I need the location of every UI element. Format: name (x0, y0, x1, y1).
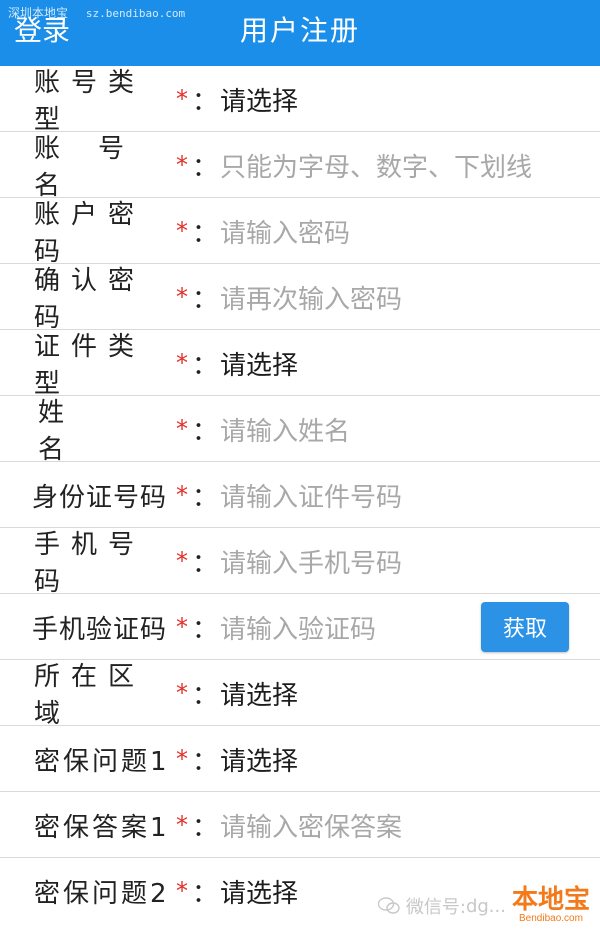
region-label-text: 所在区域 (34, 662, 146, 729)
region-label: 所在区域 (34, 660, 174, 729)
form-row-phone[interactable]: 手机号码 * ： 请输入手机号码 (0, 528, 600, 597)
confirm-password-label-text: 确认密码 (34, 266, 146, 333)
confirm-password-input[interactable]: 请再次输入密码 (220, 264, 402, 330)
required-star: * (176, 679, 188, 707)
required-star: * (176, 349, 188, 377)
password-label: 账户密码 (34, 198, 174, 267)
name-label-text: 姓名 (38, 398, 149, 465)
form-row-name[interactable]: 姓名 * ： 请输入姓名 (0, 396, 600, 465)
confirm-password-label: 确认密码 (34, 264, 174, 333)
id-number-input[interactable]: 请输入证件号码 (220, 462, 402, 528)
form-row-region[interactable]: 所在区域 * ： 请选择 (0, 660, 600, 729)
form-row-confirm-password[interactable]: 确认密码 * ： 请再次输入密码 (0, 264, 600, 333)
required-star: * (176, 283, 188, 311)
password-label-text: 账户密码 (34, 200, 146, 267)
required-star: * (176, 745, 188, 773)
id-type-select[interactable]: 请选择 (220, 330, 298, 396)
required-star: * (176, 415, 188, 443)
sms-code-input[interactable]: 请输入验证码 (220, 594, 376, 660)
colon: ： (192, 482, 219, 513)
colon: ： (192, 284, 219, 315)
security-question-1-select[interactable]: 请选择 (220, 726, 298, 792)
required-star: * (176, 811, 188, 839)
required-star: * (176, 217, 188, 245)
colon: ： (192, 680, 219, 711)
sms-code-label: 手机验证码 (32, 594, 172, 660)
account-type-select[interactable]: 请选择 (220, 66, 298, 132)
required-star: * (176, 481, 188, 509)
colon: ： (192, 416, 219, 447)
phone-label: 手机号码 (34, 528, 174, 597)
form-row-id-number[interactable]: 身份证号码 * ： 请输入证件号码 (0, 462, 600, 528)
security-question-1-label: 密保问题1 (34, 726, 174, 792)
account-type-label-text: 账号类型 (34, 68, 146, 135)
wechat-account: dg... (465, 895, 506, 917)
brand-logo: 本地宝 Bendibao.com (512, 887, 590, 925)
colon: ： (192, 746, 219, 777)
wechat-icon (377, 897, 400, 914)
id-number-label: 身份证号码 (32, 462, 172, 528)
colon: ： (192, 86, 219, 117)
page-title: 用户注册 (239, 14, 360, 47)
header-bar: 深圳本地宝 sz.bendibao.com 登录 用户注册 (0, 0, 600, 66)
form-row-sms-code[interactable]: 手机验证码 * ： 请输入验证码 获取 (0, 594, 600, 660)
registration-screen: 深圳本地宝 sz.bendibao.com 登录 用户注册 账号类型 * ： 请… (0, 0, 600, 939)
phone-input[interactable]: 请输入手机号码 (220, 528, 402, 594)
required-star: * (176, 877, 188, 905)
security-answer-1-input[interactable]: 请输入密保答案 (220, 792, 402, 858)
form-row-account-name[interactable]: 账号名 * ： 只能为字母、数字、下划线 (0, 132, 600, 201)
form-row-account-type[interactable]: 账号类型 * ： 请选择 (0, 66, 600, 135)
colon: ： (192, 350, 219, 381)
get-code-button[interactable]: 获取 (481, 602, 569, 652)
account-name-label-text: 账号名 (34, 134, 163, 201)
bottom-watermark: 微信号: dg... 本地宝 Bendibao.com (377, 887, 590, 925)
region-select[interactable]: 请选择 (220, 660, 298, 726)
account-type-label: 账号类型 (34, 66, 174, 135)
security-answer-1-label-text: 密保答案1 (34, 812, 170, 843)
colon: ： (192, 152, 219, 183)
wechat-label: 微信号: (405, 897, 466, 918)
required-star: * (176, 613, 188, 641)
form-row-id-type[interactable]: 证件类型 * ： 请选择 (0, 330, 600, 399)
colon: ： (192, 878, 219, 909)
name-input[interactable]: 请输入姓名 (220, 396, 350, 462)
form-row-password[interactable]: 账户密码 * ： 请输入密码 (0, 198, 600, 267)
security-question-2-label: 密保问题2 (34, 858, 174, 924)
form-row-security-answer-1[interactable]: 密保答案1 * ： 请输入密保答案 (0, 792, 600, 858)
id-type-label-text: 证件类型 (34, 332, 146, 399)
colon: ： (192, 614, 219, 645)
colon: ： (192, 218, 219, 249)
security-answer-1-label: 密保答案1 (34, 792, 174, 858)
brand-logo-sub: Bendibao.com (519, 913, 583, 924)
security-question-1-label-text: 密保问题1 (34, 746, 170, 777)
name-label: 姓名 (34, 396, 174, 465)
sms-code-label-text: 手机验证码 (32, 614, 168, 645)
phone-label-text: 手机号码 (34, 530, 146, 597)
id-number-label-text: 身份证号码 (32, 482, 168, 513)
registration-form: 账号类型 * ： 请选择 账号名 * ： 只能为字母、数字、下划线 账户密码 *… (0, 66, 600, 924)
required-star: * (176, 151, 188, 179)
colon: ： (192, 812, 219, 843)
id-type-label: 证件类型 (34, 330, 174, 399)
account-name-label: 账号名 (34, 132, 174, 201)
form-row-security-question-1[interactable]: 密保问题1 * ： 请选择 (0, 726, 600, 792)
security-question-2-label-text: 密保问题2 (34, 878, 170, 909)
security-question-2-select[interactable]: 请选择 (220, 858, 298, 924)
required-star: * (176, 547, 188, 575)
password-input[interactable]: 请输入密码 (220, 198, 350, 264)
account-name-input[interactable]: 只能为字母、数字、下划线 (220, 132, 532, 198)
colon: ： (192, 548, 219, 579)
required-star: * (176, 85, 188, 113)
brand-logo-text: 本地宝 (511, 885, 590, 915)
